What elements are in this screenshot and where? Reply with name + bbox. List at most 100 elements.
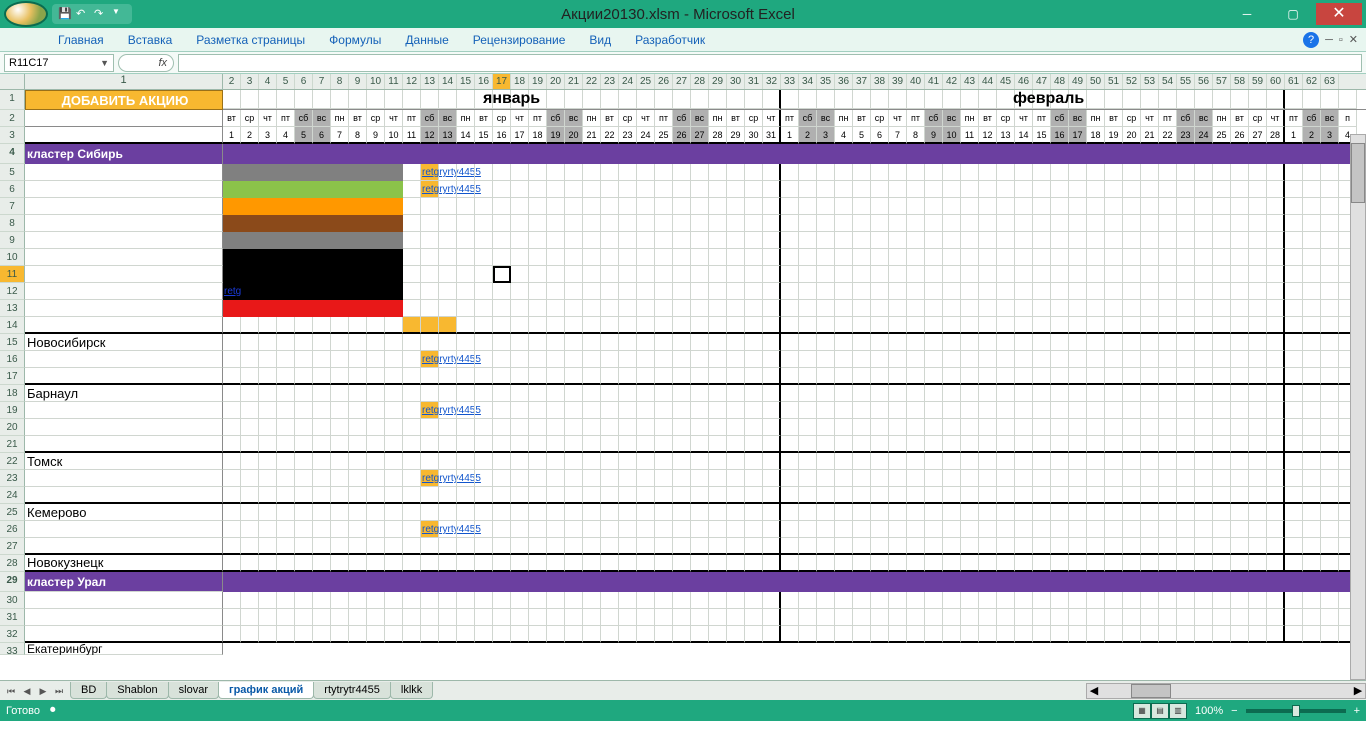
day-cell[interactable] [529, 266, 547, 283]
day-cell[interactable]: 21 [1141, 127, 1159, 144]
day-cell[interactable] [925, 232, 943, 249]
day-cell[interactable] [223, 198, 241, 215]
day-cell[interactable] [241, 487, 259, 504]
day-cell[interactable] [331, 300, 349, 317]
day-cell[interactable] [295, 592, 313, 609]
cell-first-5[interactable] [25, 164, 223, 181]
day-cell[interactable] [1177, 470, 1195, 487]
day-cell[interactable] [385, 215, 403, 232]
day-cell[interactable] [511, 592, 529, 609]
day-cell[interactable] [1015, 555, 1033, 572]
day-cell[interactable] [1177, 626, 1195, 643]
day-cell[interactable] [277, 198, 295, 215]
day-cell[interactable] [331, 90, 349, 109]
day-cell[interactable] [1105, 164, 1123, 181]
day-cell[interactable] [727, 249, 745, 266]
city-cell-kemerovo[interactable]: Кемерово [25, 504, 223, 521]
day-cell[interactable] [223, 181, 241, 198]
day-cell[interactable] [745, 538, 763, 555]
day-cell[interactable]: 17 [511, 127, 529, 144]
day-cell[interactable] [331, 181, 349, 198]
day-cell[interactable] [979, 402, 997, 419]
row-header-27[interactable]: 27 [0, 538, 25, 555]
column-header-42[interactable]: 42 [943, 74, 961, 89]
day-cell[interactable] [367, 609, 385, 626]
day-cell[interactable] [1087, 609, 1105, 626]
column-header-18[interactable]: 18 [511, 74, 529, 89]
day-cell[interactable] [817, 215, 835, 232]
day-cell[interactable] [781, 538, 799, 555]
day-cell[interactable]: вт [727, 110, 745, 127]
day-cell[interactable] [529, 487, 547, 504]
day-cell[interactable] [835, 283, 853, 300]
day-cell[interactable] [1213, 300, 1231, 317]
day-cell[interactable] [349, 232, 367, 249]
column-header-13[interactable]: 13 [421, 74, 439, 89]
day-cell[interactable] [295, 215, 313, 232]
day-cell[interactable] [835, 419, 853, 436]
day-cell[interactable] [1105, 334, 1123, 351]
day-cell[interactable] [745, 402, 763, 419]
day-cell[interactable] [1123, 436, 1141, 453]
day-cell[interactable] [1087, 626, 1105, 643]
day-cell[interactable] [871, 181, 889, 198]
day-cell[interactable] [1267, 521, 1285, 538]
day-cell[interactable] [943, 317, 961, 334]
cell-first-9[interactable] [25, 232, 223, 249]
day-cell[interactable]: 27 [1249, 127, 1267, 144]
day-cell[interactable]: 19 [547, 127, 565, 144]
day-cell[interactable] [853, 249, 871, 266]
day-cell[interactable] [277, 90, 295, 109]
day-cell[interactable] [1087, 555, 1105, 572]
day-cell[interactable] [223, 368, 241, 385]
day-cell[interactable] [799, 90, 817, 109]
day-cell[interactable] [1213, 215, 1231, 232]
day-cell[interactable] [907, 215, 925, 232]
day-cell[interactable] [529, 504, 547, 521]
day-cell[interactable] [961, 368, 979, 385]
day-cell[interactable] [1069, 626, 1087, 643]
day-cell[interactable] [835, 470, 853, 487]
day-cell[interactable] [223, 470, 241, 487]
day-cell[interactable] [565, 181, 583, 198]
day-cell[interactable] [961, 609, 979, 626]
day-cell[interactable] [241, 626, 259, 643]
day-cell[interactable] [241, 181, 259, 198]
day-cell[interactable]: 26 [1231, 127, 1249, 144]
day-cell[interactable] [691, 300, 709, 317]
day-cell[interactable] [547, 300, 565, 317]
day-cell[interactable] [979, 215, 997, 232]
day-cell[interactable] [1303, 453, 1321, 470]
day-cell[interactable] [223, 402, 241, 419]
day-cell[interactable] [727, 419, 745, 436]
day-cell[interactable] [1033, 249, 1051, 266]
day-cell[interactable] [1195, 436, 1213, 453]
day-cell[interactable] [1267, 402, 1285, 419]
day-cell[interactable] [979, 592, 997, 609]
day-cell[interactable] [817, 300, 835, 317]
day-cell[interactable] [367, 538, 385, 555]
day-cell[interactable] [673, 453, 691, 470]
column-header-9[interactable]: 9 [349, 74, 367, 89]
day-cell[interactable] [871, 283, 889, 300]
vscroll-thumb[interactable] [1351, 143, 1365, 203]
day-cell[interactable] [727, 521, 745, 538]
day-cell[interactable] [277, 317, 295, 334]
day-cell[interactable] [619, 592, 637, 609]
day-cell[interactable]: чт [1267, 110, 1285, 127]
day-cell[interactable] [1303, 351, 1321, 368]
day-cell[interactable] [421, 592, 439, 609]
column-header-20[interactable]: 20 [547, 74, 565, 89]
day-cell[interactable] [1105, 470, 1123, 487]
day-cell[interactable] [1051, 487, 1069, 504]
cluster-siberia-label[interactable]: кластер Сибирь [25, 144, 223, 164]
day-cell[interactable]: 9 [367, 127, 385, 144]
day-cell[interactable] [1159, 317, 1177, 334]
day-cell[interactable] [1033, 626, 1051, 643]
day-cell[interactable] [1159, 266, 1177, 283]
day-cell[interactable] [691, 402, 709, 419]
day-cell[interactable] [241, 90, 259, 109]
day-cell[interactable] [799, 521, 817, 538]
sheet-nav-prev-icon[interactable]: ◀ [20, 684, 34, 698]
day-cell[interactable] [1177, 249, 1195, 266]
